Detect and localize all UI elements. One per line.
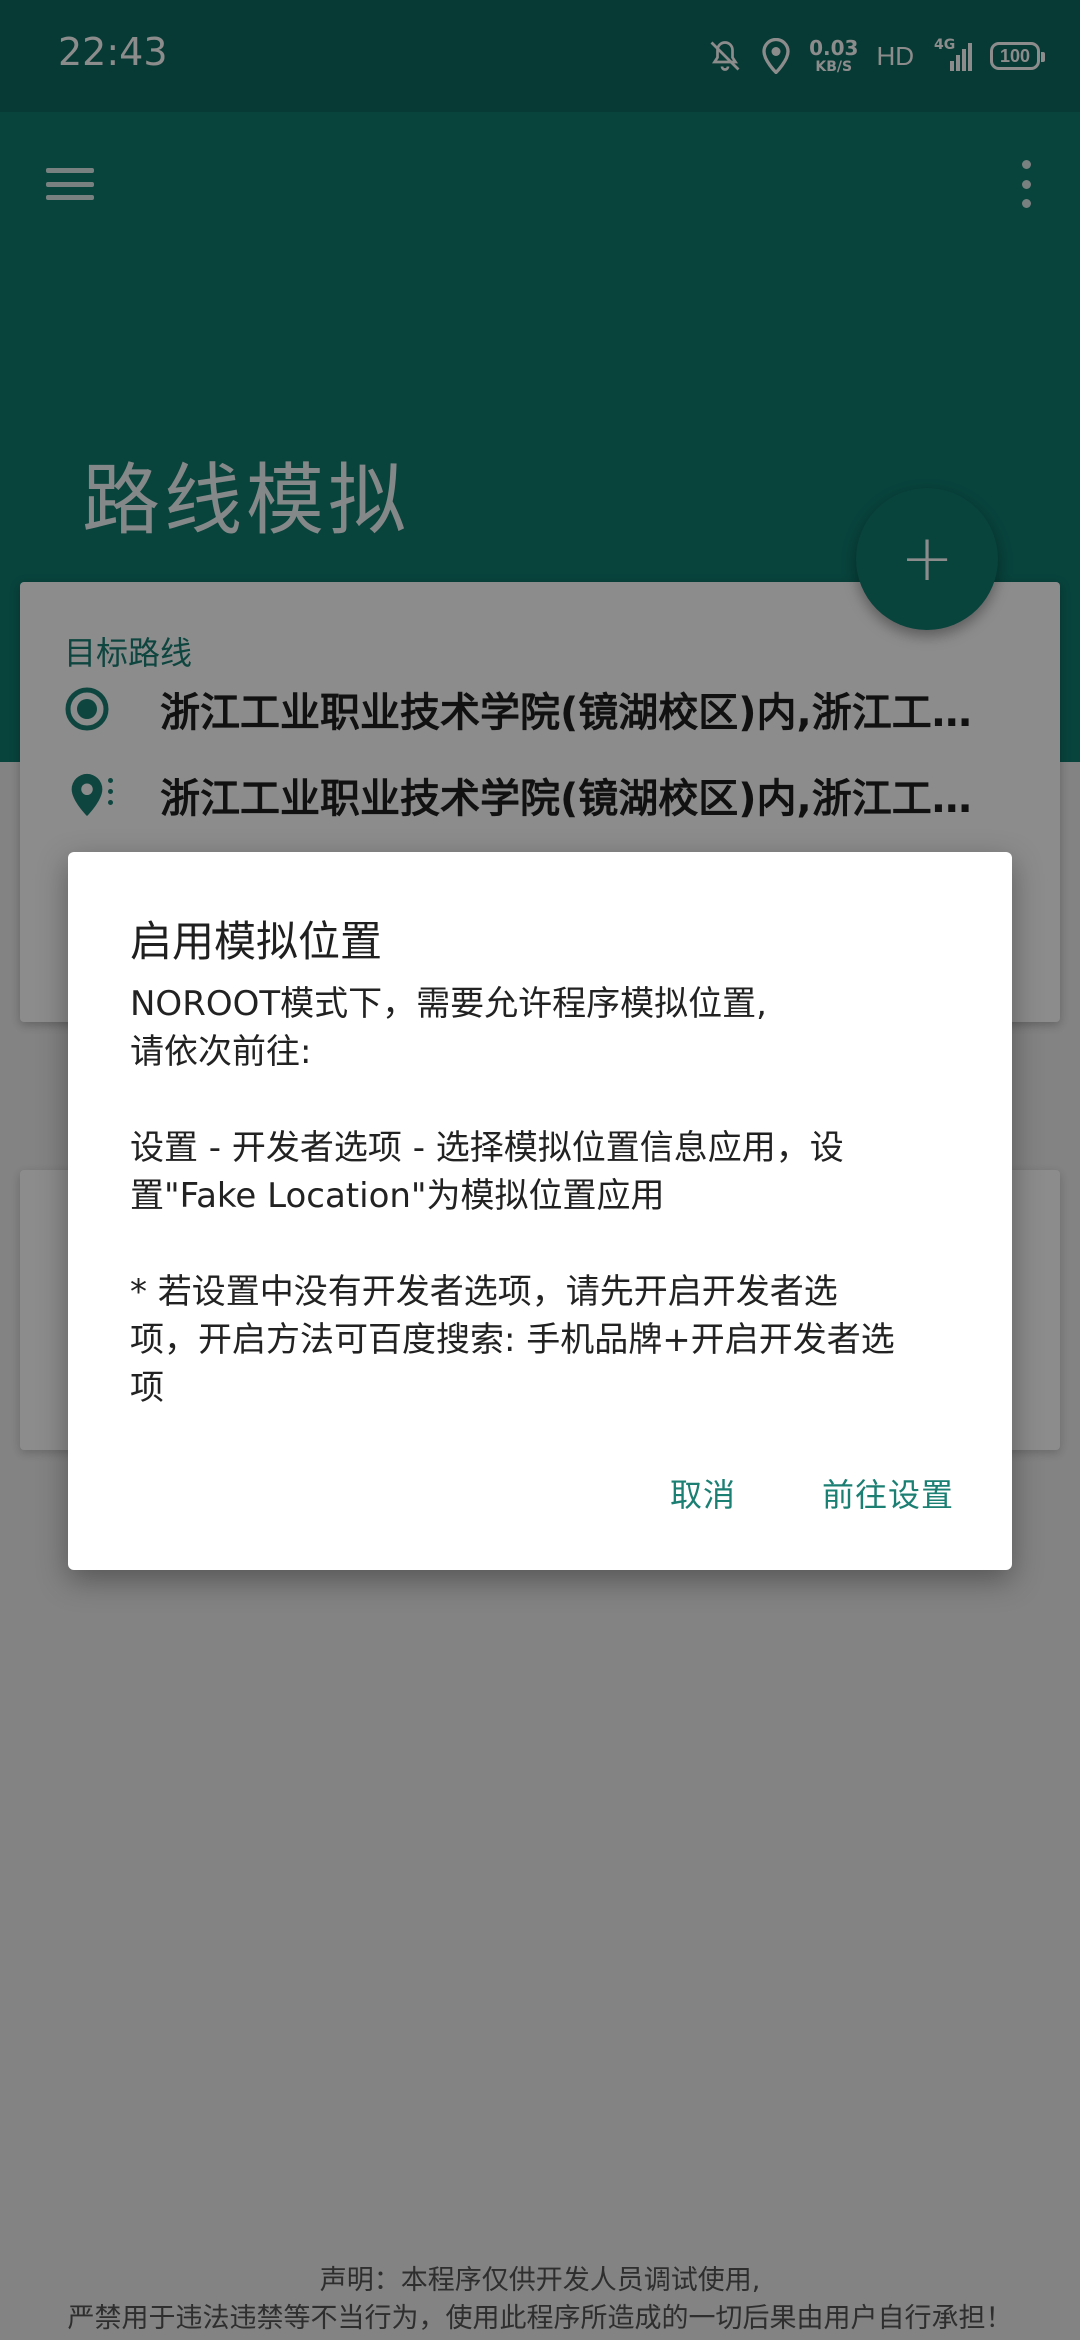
- dialog-paragraph-3: * 若设置中没有开发者选项，请先开启开发者选 项，开启方法可百度搜索: 手机品牌…: [130, 1272, 895, 1408]
- enable-mock-location-dialog: 启用模拟位置 NOROOT模式下，需要允许程序模拟位置, 请依次前往: 设置 -…: [68, 852, 1012, 1570]
- cancel-button[interactable]: 取消: [670, 1470, 736, 1516]
- go-to-settings-button[interactable]: 前往设置: [822, 1470, 954, 1516]
- dialog-title: 启用模拟位置: [130, 917, 383, 966]
- dialog-paragraph-1: NOROOT模式下，需要允许程序模拟位置, 请依次前往:: [130, 984, 767, 1072]
- dialog-message: NOROOT模式下，需要允许程序模拟位置, 请依次前往: 设置 - 开发者选项 …: [130, 980, 970, 1412]
- dialog-paragraph-2: 设置 - 开发者选项 - 选择模拟位置信息应用，设 置"Fake Locatio…: [130, 1128, 844, 1216]
- dialog-actions: 取消 前往设置: [670, 1470, 954, 1516]
